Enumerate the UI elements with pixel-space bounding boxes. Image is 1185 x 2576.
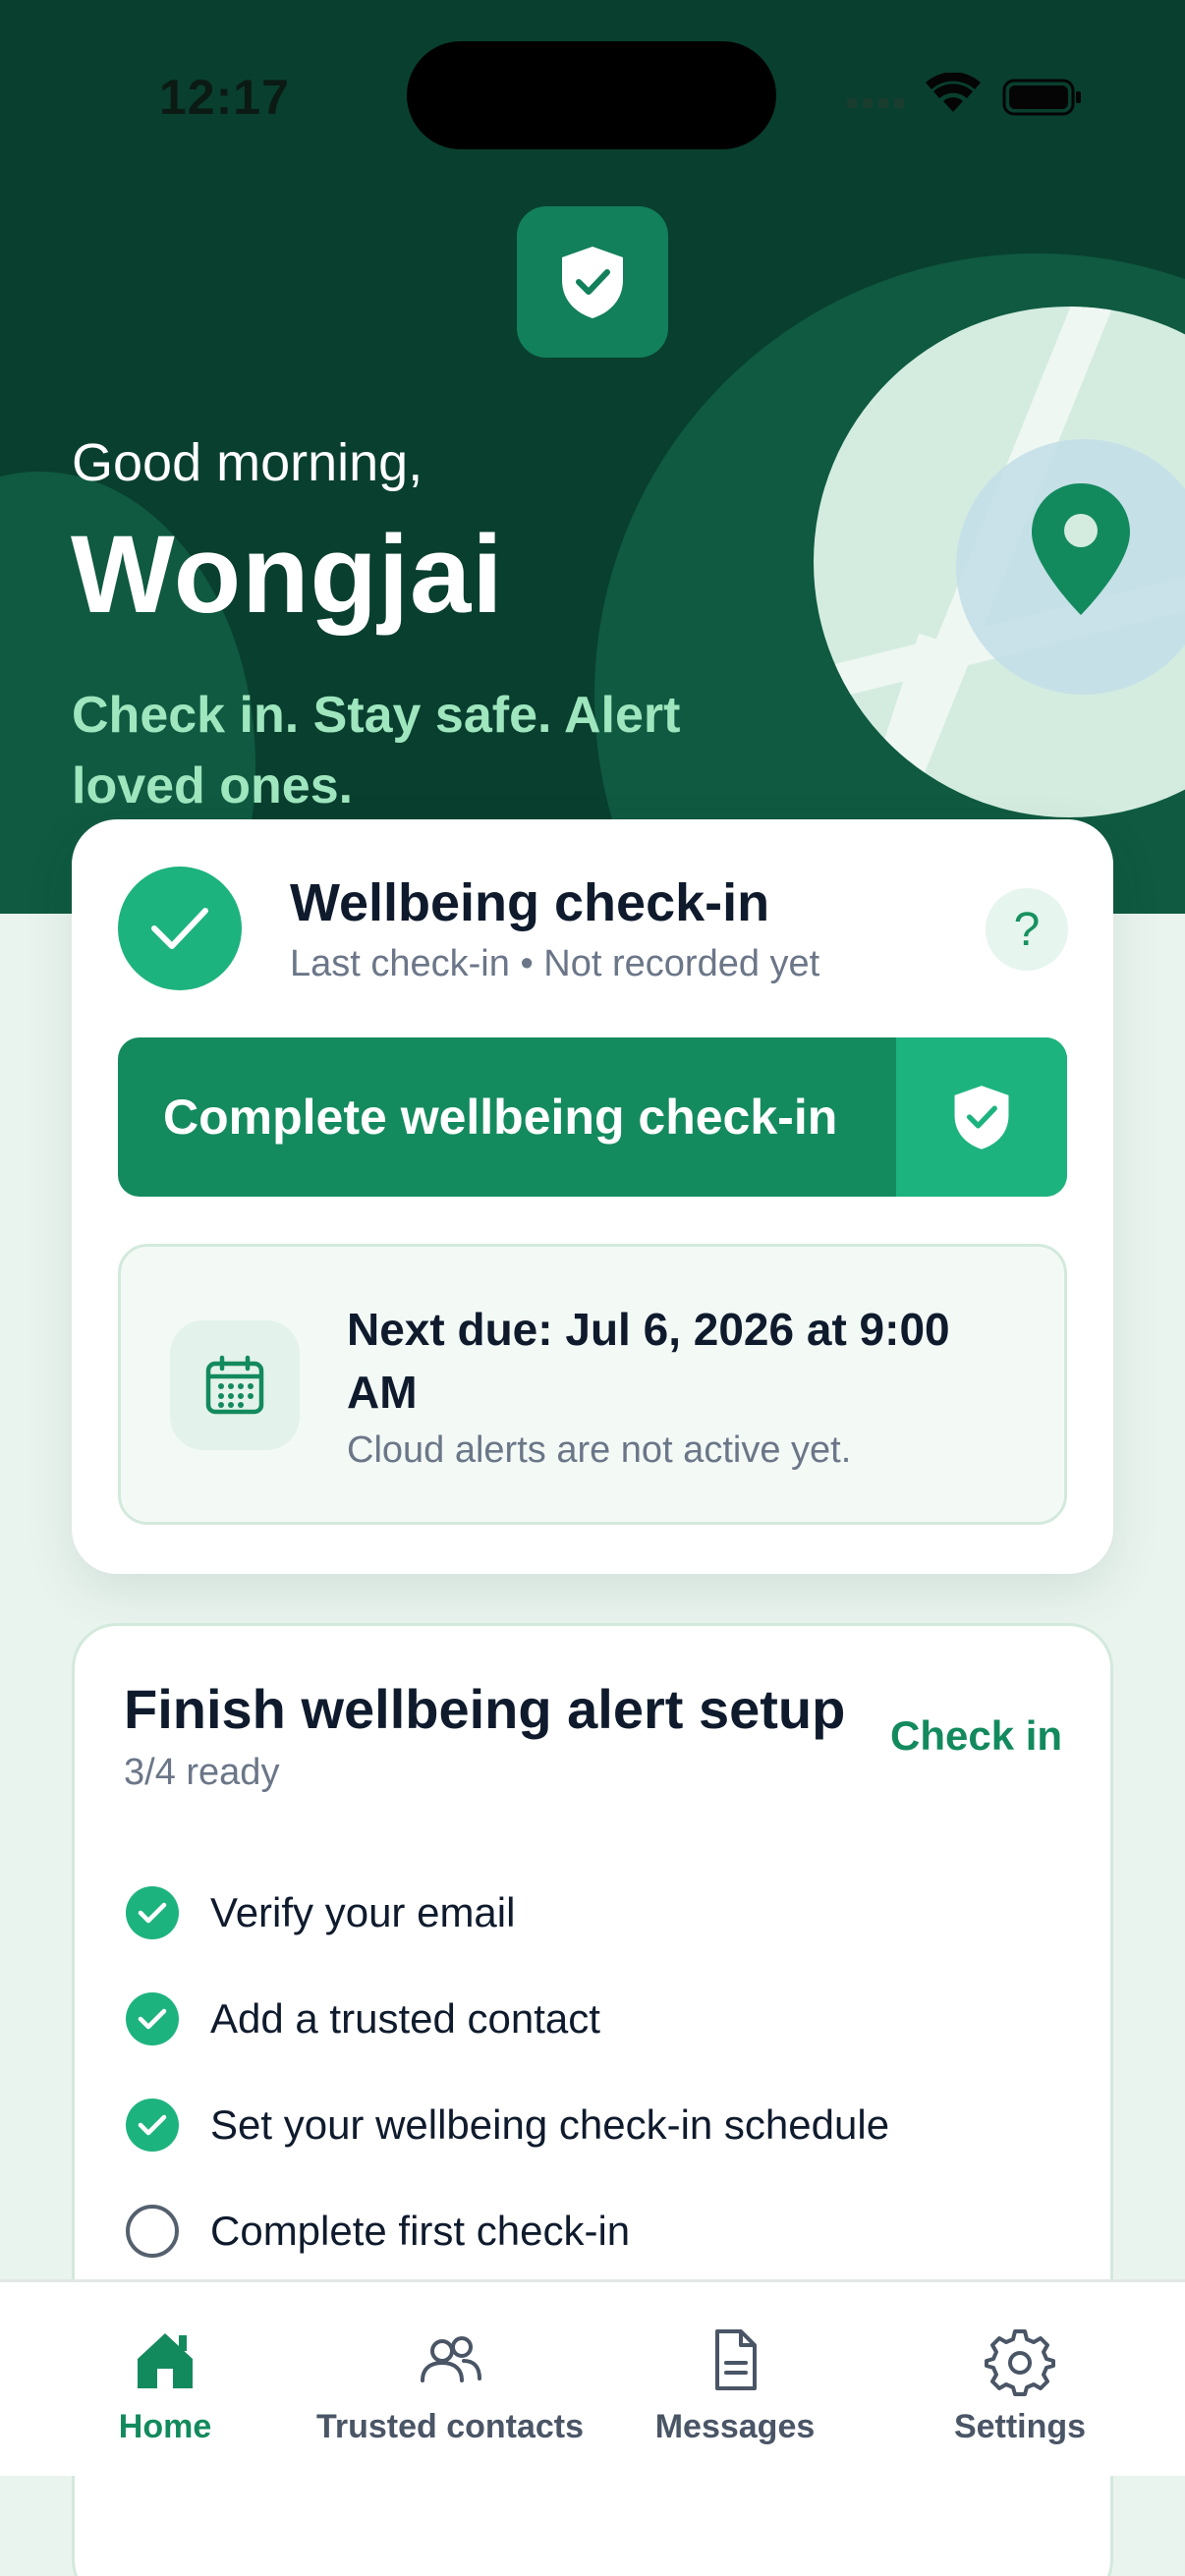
next-due-text: Next due: Jul 6, 2026 at 9:00 AM xyxy=(347,1304,950,1418)
setup-task-verify-email[interactable]: Verify your email xyxy=(126,1883,515,1942)
tab-home[interactable]: Home xyxy=(86,2282,244,2479)
setup-task-schedule[interactable]: Set your wellbeing check-in schedule xyxy=(126,2096,889,2155)
task-done-icon xyxy=(126,2099,179,2152)
app-logo-badge xyxy=(517,206,668,358)
complete-checkin-label: Complete wellbeing check-in xyxy=(163,1090,838,1145)
checkin-title: Wellbeing check-in xyxy=(290,873,770,932)
tab-trusted-contacts[interactable]: Trusted contacts xyxy=(303,2282,597,2479)
checkmark-icon xyxy=(151,908,208,949)
setup-task-first-checkin[interactable]: Complete first check-in xyxy=(126,2202,630,2261)
checkin-status-icon xyxy=(118,867,242,990)
user-name: Wongjai xyxy=(71,513,504,636)
complete-checkin-button[interactable]: Complete wellbeing check-in xyxy=(118,1037,1067,1197)
status-icons xyxy=(847,73,1081,116)
task-label: Complete first check-in xyxy=(210,2208,631,2254)
task-done-icon xyxy=(126,1886,179,1939)
complete-checkin-icon-block xyxy=(896,1037,1067,1197)
check-in-link[interactable]: Check in xyxy=(890,1712,1062,1760)
location-pin-icon xyxy=(1032,483,1130,615)
bottom-tab-bar: Home Trusted contacts Messages Settings xyxy=(0,2279,1185,2476)
task-label: Verify your email xyxy=(210,1889,516,1935)
home-icon xyxy=(138,2333,193,2388)
tab-label: Trusted contacts xyxy=(315,2408,585,2445)
help-button[interactable]: ? xyxy=(986,888,1068,971)
setup-progress: 3/4 ready xyxy=(124,1752,280,1793)
alert-status-text: Cloud alerts are not active yet. xyxy=(347,1429,852,1471)
status-time: 12:17 xyxy=(159,70,290,125)
next-due-panel: Next due: Jul 6, 2026 at 9:00 AM Cloud a… xyxy=(118,1244,1067,1525)
tagline: Check in. Stay safe. Alert loved ones. xyxy=(72,687,681,814)
calendar-tile xyxy=(170,1320,300,1450)
task-done-icon xyxy=(126,1992,179,2045)
shield-check-icon xyxy=(954,1086,1009,1149)
calendar-icon xyxy=(205,1355,264,1415)
task-label: Add a trusted contact xyxy=(210,1995,600,2042)
last-checkin-text: Last check-in • Not recorded yet xyxy=(290,943,820,984)
tab-label: Settings xyxy=(953,2408,1087,2445)
task-pending-icon xyxy=(126,2205,179,2258)
tab-label: Messages xyxy=(654,2408,816,2445)
setup-title: Finish wellbeing alert setup xyxy=(124,1678,846,1740)
tab-messages[interactable]: Messages xyxy=(637,2282,833,2479)
cellular-signal-icon xyxy=(847,98,904,108)
tab-label: Home xyxy=(118,2408,212,2445)
document-icon xyxy=(715,2329,757,2390)
dynamic-island xyxy=(407,41,776,149)
gear-icon xyxy=(985,2329,1055,2396)
greeting-text: Good morning, xyxy=(72,433,423,492)
help-label: ? xyxy=(1013,903,1041,956)
tab-settings[interactable]: Settings xyxy=(922,2282,1118,2479)
wifi-icon xyxy=(926,73,981,112)
setup-task-trusted-contact[interactable]: Add a trusted contact xyxy=(126,1989,600,2048)
shield-check-icon xyxy=(562,247,623,318)
people-icon xyxy=(421,2336,481,2382)
battery-icon xyxy=(1002,79,1081,116)
task-label: Set your wellbeing check-in schedule xyxy=(210,2101,890,2148)
checkin-card: Wellbeing check-in Last check-in • Not r… xyxy=(72,819,1113,1574)
